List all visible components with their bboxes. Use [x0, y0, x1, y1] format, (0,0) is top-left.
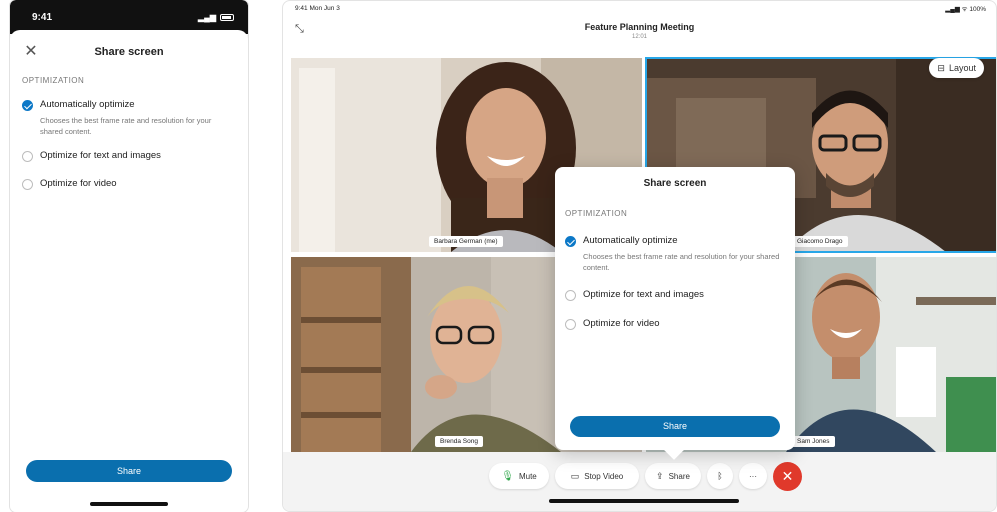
share-screen-sheet: ✕ Share screen OPTIMIZATION Automaticall… — [10, 30, 248, 512]
radio-unchecked-icon[interactable] — [22, 151, 33, 162]
layout-icon: ⊟ — [937, 62, 945, 73]
close-icon[interactable]: ✕ — [22, 43, 40, 61]
radio-unchecked-icon[interactable] — [22, 179, 33, 190]
participant-name-tag: Barbara German (me) — [429, 236, 503, 247]
share-label: Share — [668, 471, 690, 481]
popover-title: Share screen — [643, 178, 707, 189]
video-camera-icon: ▭ — [570, 470, 580, 481]
option-label: Optimize for video — [40, 178, 117, 189]
option-description: Chooses the best frame rate and resoluti… — [583, 252, 780, 272]
share-button[interactable]: Share — [570, 416, 780, 437]
participant-name-tag: Sam Jones — [792, 436, 835, 447]
minimize-icon[interactable]: ⤡ — [295, 23, 304, 36]
option-label: Optimize for text and images — [583, 289, 704, 300]
phone-status-icons: ▂▄▆ — [198, 13, 234, 22]
tablet-status-bar: 9:41 Mon Jun 3 ▂▄▆ ᯤ 100% — [283, 1, 996, 15]
mute-label: Mute — [518, 471, 537, 481]
option-label: Automatically optimize — [583, 235, 678, 246]
stop-video-button[interactable]: ▭ Stop Video — [555, 463, 639, 489]
signal-icon: ▂▄▆ — [198, 12, 216, 22]
meeting-duration: 12:01 — [631, 34, 647, 40]
layout-button[interactable]: ⊟ Layout — [929, 58, 984, 78]
home-indicator — [549, 499, 739, 503]
radio-unchecked-icon[interactable] — [565, 319, 576, 330]
home-indicator — [90, 502, 168, 506]
more-icon: ··· — [749, 471, 757, 481]
radio-unchecked-icon[interactable] — [565, 290, 576, 301]
sheet-title: Share screen — [94, 46, 164, 58]
stop-video-label: Stop Video — [584, 471, 624, 481]
tablet-screen: 9:41 Mon Jun 3 ▂▄▆ ᯤ 100% ⤡ Feature Plan… — [282, 0, 997, 512]
close-icon: ✕ — [781, 468, 794, 484]
mute-button[interactable]: 🎙 Mute — [489, 463, 549, 489]
participant-name-tag: Giacomo Drago — [792, 236, 848, 247]
sheet-header: ✕ Share screen — [10, 30, 248, 74]
tablet-status-icons: ▂▄▆ ᯤ 100% — [945, 5, 986, 13]
bluetooth-audio-button[interactable]: ᛒ — [707, 463, 733, 489]
phone-screen: 9:41 ▂▄▆ ✕ Share screen OPTIMIZATION Aut… — [10, 0, 248, 512]
option-text-images[interactable]: Optimize for text and images — [10, 150, 248, 162]
layout-label: Layout — [948, 63, 976, 73]
meeting-header: ⤡ Feature Planning Meeting 12:01 — [283, 15, 996, 47]
option-auto-optimize[interactable]: Automatically optimize Chooses the best … — [555, 235, 795, 273]
more-options-button[interactable]: ··· — [739, 463, 767, 489]
participant-name-tag: Brenda Song — [435, 436, 483, 447]
share-screen-popover: Share screen OPTIMIZATION Automatically … — [555, 167, 795, 450]
optimization-section-label: OPTIMIZATION — [565, 209, 628, 218]
phone-status-time: 9:41 — [32, 11, 53, 23]
option-video[interactable]: Optimize for video — [555, 318, 795, 330]
option-auto-optimize[interactable]: Automatically optimize Chooses the best … — [10, 99, 248, 137]
phone-status-bar: 9:41 ▂▄▆ — [10, 0, 248, 34]
tablet-status-time: 9:41 Mon Jun 3 — [295, 4, 340, 12]
option-label: Optimize for video — [583, 318, 660, 329]
meeting-control-bar: 🎙 Mute ▭ Stop Video ⇪ Share ᛒ ··· ✕ — [283, 452, 996, 511]
radio-checked-icon[interactable] — [22, 100, 33, 111]
radio-checked-icon[interactable] — [565, 236, 576, 247]
meeting-title: Feature Planning Meeting — [584, 22, 695, 32]
option-label: Automatically optimize — [40, 99, 135, 110]
option-label: Optimize for text and images — [40, 150, 161, 161]
battery-icon — [220, 13, 234, 21]
share-button[interactable]: Share — [26, 460, 232, 482]
optimization-section-label: OPTIMIZATION — [22, 76, 85, 85]
bluetooth-icon: ᛒ — [717, 471, 723, 481]
microphone-icon: 🎙 — [501, 470, 514, 482]
option-text-images[interactable]: Optimize for text and images — [555, 289, 795, 301]
share-icon: ⇪ — [656, 470, 664, 481]
share-toolbar-button[interactable]: ⇪ Share — [645, 463, 701, 489]
option-description: Chooses the best frame rate and resoluti… — [40, 116, 212, 136]
end-call-button[interactable]: ✕ — [773, 462, 802, 491]
option-video[interactable]: Optimize for video — [10, 178, 248, 190]
